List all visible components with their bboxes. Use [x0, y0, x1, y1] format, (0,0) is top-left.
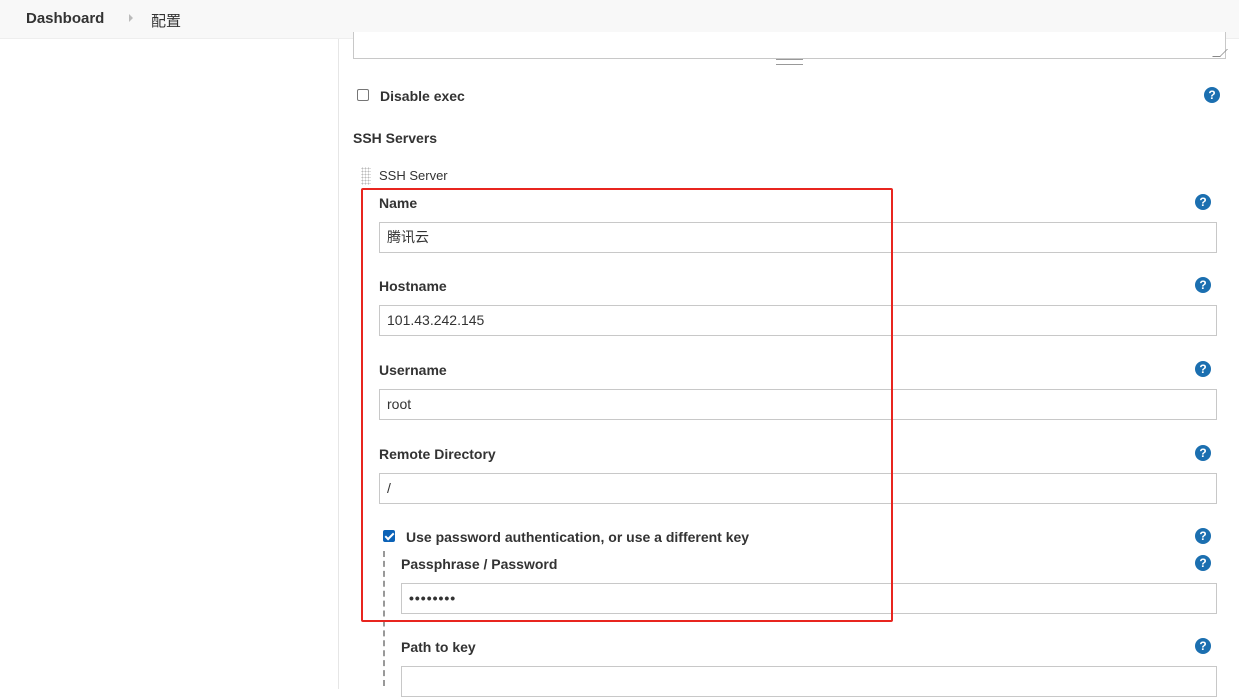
drag-handle-icon[interactable]	[361, 167, 371, 185]
disable-exec-label[interactable]: Disable exec	[380, 88, 465, 104]
passphrase-label: Passphrase / Password	[401, 556, 558, 572]
use-password-label[interactable]: Use password authentication, or use a di…	[406, 529, 749, 545]
help-icon[interactable]: ?	[1195, 277, 1211, 293]
textarea-splitter-handle[interactable]	[776, 59, 803, 65]
disable-exec-checkbox[interactable]	[357, 89, 369, 101]
resize-grip-icon[interactable]	[1212, 49, 1228, 57]
use-password-checkbox[interactable]	[383, 530, 395, 542]
hostname-label: Hostname	[379, 278, 447, 294]
help-icon[interactable]: ?	[1195, 638, 1211, 654]
hostname-input[interactable]: 101.43.242.145	[379, 305, 1217, 336]
help-icon[interactable]: ?	[1195, 445, 1211, 461]
path-to-key-label: Path to key	[401, 639, 476, 655]
remote-directory-label: Remote Directory	[379, 446, 496, 462]
breadcrumb-separator-icon	[129, 14, 133, 22]
username-label: Username	[379, 362, 447, 378]
name-label: Name	[379, 195, 418, 211]
help-icon[interactable]: ?	[1195, 194, 1211, 210]
ssh-server-title: SSH Server	[379, 168, 448, 183]
name-input[interactable]: 腾讯云	[379, 222, 1217, 253]
help-icon[interactable]: ?	[1195, 528, 1211, 544]
sidebar-divider	[338, 39, 339, 689]
help-icon[interactable]: ?	[1195, 555, 1211, 571]
nested-section-indicator	[383, 551, 385, 686]
path-to-key-input[interactable]	[401, 666, 1217, 697]
script-textarea[interactable]	[353, 32, 1228, 59]
remote-directory-input[interactable]: /	[379, 473, 1217, 504]
help-icon[interactable]: ?	[1195, 361, 1211, 377]
ssh-servers-heading: SSH Servers	[353, 130, 438, 146]
breadcrumb-dashboard-link[interactable]: Dashboard	[26, 10, 104, 27]
username-input[interactable]: root	[379, 389, 1217, 420]
breadcrumb-current-page[interactable]: 配置	[151, 10, 181, 31]
help-icon[interactable]: ?	[1204, 87, 1220, 103]
passphrase-input[interactable]: ••••••••	[401, 583, 1217, 614]
